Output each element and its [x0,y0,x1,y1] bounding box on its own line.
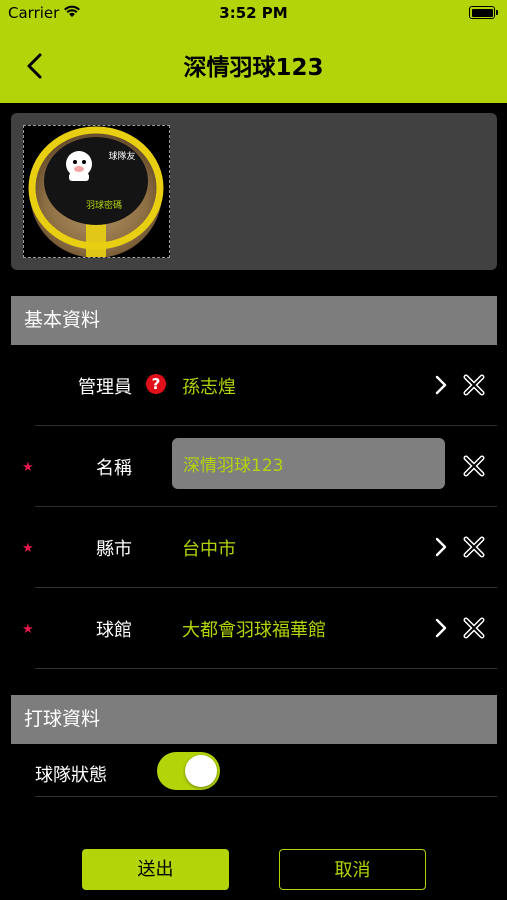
required-star-icon: ★ [22,460,34,475]
row-divider [35,796,497,797]
footer: 送出 取消 [0,836,507,900]
nav-bar: 深情羽球123 [0,26,507,103]
clock: 3:52 PM [219,4,288,22]
row-team-status: 球隊狀態 [11,745,497,797]
team-logo-image: 球隊友 羽球密碼 [28,126,164,258]
clear-icon[interactable] [463,374,485,396]
toggle-knob [185,755,217,787]
name-label: 名稱 [96,458,132,479]
chevron-right-icon[interactable] [432,536,450,558]
team-status-toggle[interactable] [157,752,220,790]
submit-button[interactable]: 送出 [82,849,229,890]
chevron-right-icon[interactable] [432,617,450,639]
status-bar: Carrier 3:52 PM [0,0,507,26]
help-icon[interactable]: ? [145,373,167,395]
page-title: 深情羽球123 [183,55,324,81]
chevron-right-icon[interactable] [432,374,450,396]
row-county[interactable]: ★ 縣市 台中市 [11,507,497,588]
required-star-icon: ★ [22,622,34,637]
team-logo-picker[interactable]: 球隊友 羽球密碼 [23,125,170,258]
required-star-icon: ★ [22,541,34,556]
row-name: ★ 名稱 [11,426,497,507]
row-divider [35,668,497,669]
photo-card: 球隊友 羽球密碼 [11,113,497,270]
admin-label: 管理員 [78,377,132,398]
section-header-basic: 基本資料 [11,296,497,345]
row-venue[interactable]: ★ 球館 大都會羽球福華館 [11,588,497,669]
county-value: 台中市 [182,539,236,560]
battery-icon [469,6,498,19]
logo-text-top: 球隊友 [108,150,135,162]
section-header-play: 打球資料 [11,695,497,744]
team-name-input[interactable] [172,438,445,489]
county-label: 縣市 [96,539,132,560]
cancel-button[interactable]: 取消 [279,849,426,890]
clear-icon[interactable] [463,536,485,558]
venue-value: 大都會羽球福華館 [182,620,326,641]
team-status-label: 球隊狀態 [35,765,107,786]
clear-icon[interactable] [463,617,485,639]
help-mark: ? [152,375,161,393]
row-admin[interactable]: 管理員 孫志煌 [11,345,497,426]
clear-icon[interactable] [463,455,485,477]
venue-label: 球館 [96,620,132,641]
logo-text-bottom: 羽球密碼 [86,199,122,211]
admin-value: 孫志煌 [182,377,236,398]
